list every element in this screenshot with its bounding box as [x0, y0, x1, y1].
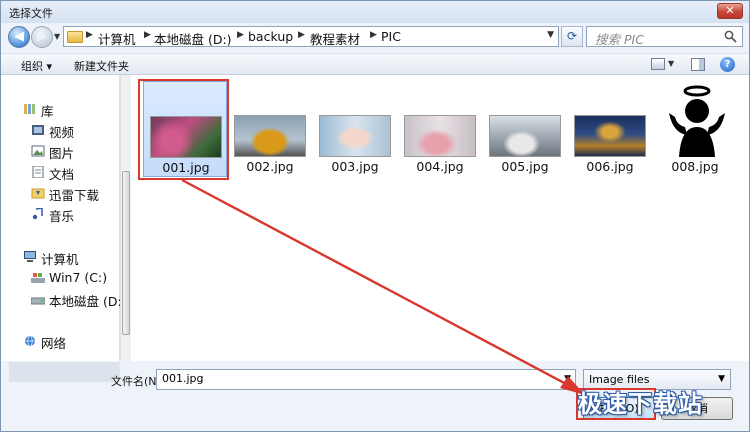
forward-arrow-icon: ▶ [37, 29, 47, 44]
download-folder-icon [31, 188, 45, 199]
sidebar-item-label: Win7 (C:) [49, 270, 108, 285]
file-item-004[interactable]: 004.jpg [398, 81, 482, 177]
preview-pane-icon[interactable] [691, 58, 705, 71]
image-thumbnail [489, 115, 561, 157]
file-open-dialog: 选择文件 ✕ ◀ ▶ ▼ ▶ 计算机 ▶ 本地磁盘 (D:) ▶ backup … [0, 0, 750, 432]
sidebar-item-label: 视频 [49, 125, 75, 140]
file-name: 001.jpg [162, 160, 210, 175]
breadcrumb-tutorial-materials[interactable]: 教程素材 [310, 29, 360, 48]
help-icon[interactable]: ? [720, 57, 735, 72]
breadcrumb-local-disk[interactable]: 本地磁盘 (D:) [154, 29, 232, 48]
filename-input[interactable]: 001.jpg ▼ [156, 369, 576, 390]
video-icon [32, 125, 44, 135]
sidebar-item-label: 图片 [49, 146, 75, 161]
navigation-pane: 库 视频 图片 文档 迅雷下载 音乐 计算机 Win7 (C:) 本地磁盘 (D… [1, 75, 122, 382]
search-placeholder: 搜索 PIC [595, 32, 644, 47]
sidebar-item-label: 库 [41, 104, 54, 119]
sidebar-item-label: 音乐 [49, 209, 75, 224]
title-bar: 选择文件 ✕ [1, 1, 749, 23]
chevron-right-icon: ▶ [370, 30, 377, 40]
forward-button[interactable]: ▶ [31, 26, 53, 48]
address-dropdown-icon[interactable]: ▼ [547, 30, 554, 40]
sidebar-item-label: 迅雷下载 [49, 188, 100, 203]
sidebar-item-label: 计算机 [41, 252, 79, 267]
image-thumbnail [319, 115, 391, 157]
filename-value: 001.jpg [162, 372, 204, 385]
window-title: 选择文件 [9, 7, 53, 20]
system-drive-icon [31, 273, 45, 283]
sidebar-item-label: 文档 [49, 167, 75, 182]
file-name: 003.jpg [331, 159, 379, 174]
close-button[interactable]: ✕ [717, 3, 743, 19]
scrollbar-thumb[interactable] [122, 171, 130, 335]
address-bar[interactable]: ▶ 计算机 ▶ 本地磁盘 (D:) ▶ backup ▶ 教程素材 ▶ PIC … [63, 26, 559, 47]
file-item-002[interactable]: 002.jpg [228, 81, 312, 177]
file-item-006[interactable]: 006.jpg [568, 81, 652, 177]
sidebar-item-label: 网络 [41, 336, 67, 351]
view-icon[interactable] [651, 58, 665, 70]
chevron-right-icon: ▶ [144, 30, 151, 40]
image-thumbnail [574, 115, 646, 157]
file-item-001[interactable]: 001.jpg [143, 81, 227, 177]
watermark-logo: 极速下载站 [578, 390, 703, 418]
navigation-scrollbar[interactable] [120, 75, 130, 361]
picture-icon [31, 145, 45, 157]
file-name: 004.jpg [416, 159, 464, 174]
computer-icon [24, 251, 36, 262]
back-arrow-icon: ◀ [14, 29, 24, 44]
chevron-right-icon: ▶ [86, 30, 93, 40]
back-button[interactable]: ◀ [8, 26, 30, 48]
selected-nav-highlight [9, 362, 120, 382]
file-list: 001.jpg 002.jpg 003.jpg 004.jpg 005.jpg … [131, 75, 749, 361]
image-thumbnail [234, 115, 306, 157]
folder-icon [67, 31, 83, 43]
library-icon [24, 104, 35, 114]
navigation-bar: ◀ ▶ ▼ ▶ 计算机 ▶ 本地磁盘 (D:) ▶ backup ▶ 教程素材 … [1, 23, 749, 51]
chevron-right-icon: ▶ [237, 30, 244, 40]
music-icon [32, 208, 43, 220]
file-item-003[interactable]: 003.jpg [313, 81, 397, 177]
chevron-down-icon[interactable]: ▼ [564, 374, 571, 384]
file-item-005[interactable]: 005.jpg [483, 81, 567, 177]
breadcrumb-computer[interactable]: 计算机 [98, 29, 136, 48]
recent-locations-dropdown[interactable]: ▼ [54, 32, 60, 41]
breadcrumb-pic[interactable]: PIC [381, 29, 401, 44]
chevron-right-icon: ▶ [298, 30, 305, 40]
breadcrumb-backup[interactable]: backup [248, 29, 293, 44]
search-icon [724, 30, 737, 43]
refresh-button[interactable]: ⟳ [561, 26, 583, 47]
document-icon [32, 166, 44, 178]
command-bar: 组织 ▾ 新建文件夹 ▼ ? [1, 53, 749, 75]
drive-icon [31, 297, 45, 305]
image-thumbnail [150, 116, 222, 158]
image-thumbnail [404, 115, 476, 157]
search-input[interactable]: 搜索 PIC [586, 26, 743, 47]
network-icon [25, 335, 35, 347]
file-name: 002.jpg [246, 159, 294, 174]
new-folder-button[interactable]: 新建文件夹 [74, 58, 129, 74]
file-name: 006.jpg [586, 159, 634, 174]
angel-avatar-icon [667, 83, 727, 157]
file-name: 005.jpg [501, 159, 549, 174]
refresh-icon: ⟳ [566, 29, 578, 43]
organize-menu[interactable]: 组织 ▾ [21, 58, 52, 74]
chevron-down-icon: ▼ [718, 374, 725, 384]
file-item-008[interactable]: 008.jpg [653, 81, 737, 177]
sidebar-item-label: 本地磁盘 (D: [49, 294, 122, 309]
view-dropdown-icon[interactable]: ▼ [668, 59, 674, 68]
file-name: 008.jpg [671, 159, 719, 174]
